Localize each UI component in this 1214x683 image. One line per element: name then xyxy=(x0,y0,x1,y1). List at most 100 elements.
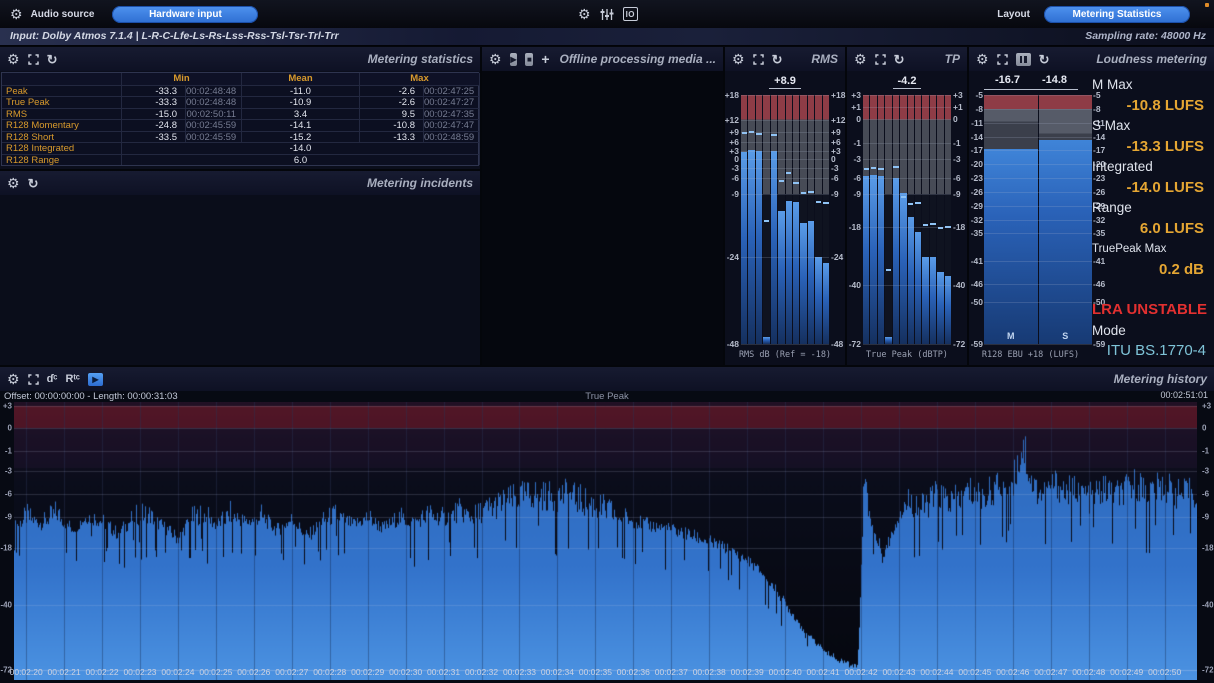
time-axis-label: 00:02:28 xyxy=(310,667,350,677)
level-bar xyxy=(885,337,891,344)
time-axis-label: 00:02:50 xyxy=(1145,667,1185,677)
history-scale-left: +30-1-3-6-9-18-40-72 xyxy=(0,402,14,680)
time-axis-label: 00:02:26 xyxy=(234,667,274,677)
time-axis-label: 00:02:38 xyxy=(689,667,729,677)
loudness-caption: R128 EBU +18 (LUFS) xyxy=(969,350,1092,360)
mixer-sliders-icon[interactable] xyxy=(600,8,614,21)
offline-processing-panel: ⚙ ▶ ■ + Offline processing media ... xyxy=(482,47,723,365)
expand-icon[interactable] xyxy=(997,54,1008,65)
scale-tick-label: -9 xyxy=(831,189,839,199)
notification-dot xyxy=(1205,3,1209,7)
level-bar xyxy=(748,150,754,344)
peak-hold-tick xyxy=(930,223,935,225)
scale-tick-label: +9 xyxy=(729,127,739,137)
meter-channel-Rss xyxy=(793,95,799,344)
pause-icon[interactable] xyxy=(1016,53,1031,66)
meter-gridline xyxy=(863,344,951,345)
gear-icon[interactable]: ⚙ xyxy=(489,52,502,66)
panel-title: Metering statistics xyxy=(368,52,473,66)
peak-hold-tick xyxy=(816,201,821,203)
metering-history-panel: ⚙ ɗᶜ Rᵗᶜ ▶ Metering history Offset: 00:0… xyxy=(0,367,1214,683)
scale-tick-label: -9 xyxy=(1202,513,1209,522)
meter-channel-Tsr xyxy=(930,95,936,344)
table-min-time: 00:02:45:59 xyxy=(186,131,242,143)
history-plot[interactable]: 00:02:2000:02:2100:02:2200:02:2300:02:24… xyxy=(14,402,1197,680)
time-axis-label: 00:02:25 xyxy=(196,667,236,677)
peak-hold-tick xyxy=(749,131,754,133)
table-row-label: Peak xyxy=(2,85,122,97)
gear-icon[interactable]: ⚙ xyxy=(854,52,867,66)
scale-tick-label: -9 xyxy=(731,189,739,199)
gear-icon[interactable]: ⚙ xyxy=(976,52,989,66)
expand-icon[interactable] xyxy=(28,54,39,65)
scale-tick-label: -18 xyxy=(953,222,965,232)
time-axis-label: 00:02:30 xyxy=(386,667,426,677)
reset-icon[interactable]: ↻ xyxy=(47,53,58,66)
scale-tick-label: +18 xyxy=(831,90,845,100)
scale-tick-label: -20 xyxy=(971,159,983,169)
add-media-icon[interactable]: + xyxy=(541,52,549,66)
level-bar xyxy=(984,149,1038,344)
peak-hold-tick xyxy=(945,226,950,228)
play-icon[interactable]: ▶ xyxy=(88,373,103,386)
level-bar xyxy=(823,263,829,344)
level-bar xyxy=(893,178,899,344)
expand-icon[interactable] xyxy=(753,54,764,65)
global-settings-gear-icon[interactable]: ⚙ xyxy=(578,7,591,21)
reset-icon[interactable]: ↻ xyxy=(28,177,39,190)
table-min-value: -15.0 xyxy=(122,108,186,120)
readout-value: 6.0 LUFS xyxy=(1092,219,1210,240)
table-max-value: -13.3 xyxy=(360,131,424,143)
table-header-max: Max xyxy=(360,73,480,85)
peak-hold-tick xyxy=(823,202,828,204)
expand-icon[interactable] xyxy=(875,54,886,65)
meter-channel-Trr xyxy=(823,95,829,344)
mode-value: ITU BS.1770-4 xyxy=(1092,341,1210,362)
rtc-mode-icon[interactable]: Rᵗᶜ xyxy=(65,373,80,385)
meter-channel-Lfe xyxy=(763,95,769,344)
level-bar xyxy=(808,221,814,344)
reset-icon[interactable]: ↻ xyxy=(1039,53,1050,66)
time-axis-label: 00:02:31 xyxy=(424,667,464,677)
scale-tick-label: 0 xyxy=(8,424,12,433)
loudness-bar-values: -16.7-14.8 xyxy=(984,74,1078,90)
table-min-value: -33.5 xyxy=(122,131,186,143)
peak-hold-tick xyxy=(901,196,906,198)
table-max-value: -2.6 xyxy=(360,85,424,97)
scale-tick-label: -3 xyxy=(5,467,12,476)
play-icon[interactable]: ▶ xyxy=(510,53,518,66)
time-axis-label: 00:02:45 xyxy=(955,667,995,677)
scale-tick-label: -24 xyxy=(831,252,843,262)
level-bar xyxy=(763,337,769,344)
settings-gear-icon[interactable]: ⚙ xyxy=(10,7,23,21)
table-min-value: -33.3 xyxy=(122,85,186,97)
reset-icon[interactable]: ↻ xyxy=(894,53,905,66)
table-max-value: 9.5 xyxy=(360,108,424,120)
scale-tick-label: +3 xyxy=(851,90,861,100)
loudness-meter-bars: MS xyxy=(984,95,1092,344)
reset-icon[interactable]: ↻ xyxy=(772,53,783,66)
history-scale-right: +30-1-3-6-9-18-40-72 xyxy=(1200,402,1214,680)
dc-mode-icon[interactable]: ɗᶜ xyxy=(47,373,58,385)
scale-tick-label: -17 xyxy=(971,145,983,155)
gear-icon[interactable]: ⚙ xyxy=(732,52,745,66)
meter-channel-Lss xyxy=(786,95,792,344)
scale-tick-label: -24 xyxy=(727,252,739,262)
gear-icon[interactable]: ⚙ xyxy=(7,372,20,386)
metering-incidents-panel: ⚙ ↻ Metering incidents xyxy=(0,171,480,365)
tp-caption: True Peak (dBTP) xyxy=(847,350,967,360)
time-axis-label: 00:02:36 xyxy=(613,667,653,677)
table-header-min: Min xyxy=(122,73,242,85)
true-peak-history-waveform[interactable] xyxy=(14,402,1197,680)
gear-icon[interactable]: ⚙ xyxy=(7,52,20,66)
gear-icon[interactable]: ⚙ xyxy=(7,176,20,190)
expand-icon[interactable] xyxy=(28,374,39,385)
hardware-input-button[interactable]: Hardware input xyxy=(112,6,258,23)
metering-statistics-layout-button[interactable]: Metering Statistics xyxy=(1044,6,1190,23)
rms-meter-bars xyxy=(741,95,829,344)
level-bar xyxy=(930,257,936,344)
stop-icon[interactable]: ■ xyxy=(525,53,533,66)
scale-tick-label: -6 xyxy=(1202,490,1209,499)
io-routing-icon[interactable]: IO xyxy=(623,7,638,21)
level-bar xyxy=(815,257,821,344)
